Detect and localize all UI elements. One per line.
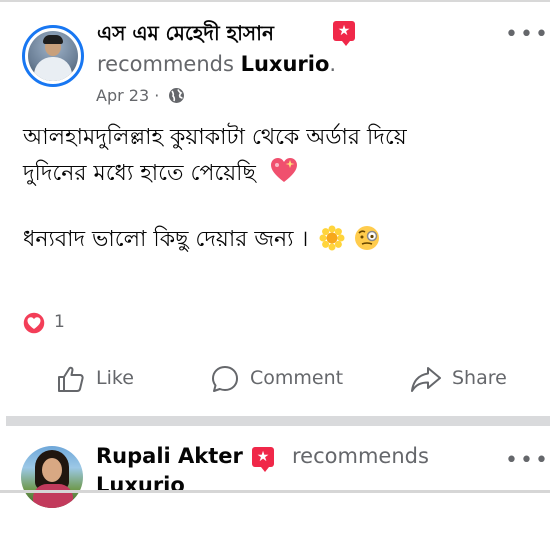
recommend-badge-icon: ★: [333, 21, 355, 46]
recommendation-line: recommends Luxurio.: [97, 52, 336, 76]
share-arrow-icon: [411, 367, 441, 392]
post-text-line: দুদিনের মধ্যে হাতে পেয়েছি: [23, 156, 299, 193]
post-text-segment: ধন্যবাদ ভালো কিছু দেয়ার জন্য ।: [23, 227, 309, 252]
love-reaction-icon[interactable]: [22, 311, 46, 335]
post-text-segment: দুদিনের মধ্যে হাতে পেয়েছি: [23, 161, 256, 186]
monocle-face-emoji-icon: [355, 226, 380, 250]
share-button[interactable]: Share: [410, 364, 520, 394]
recommends-text: recommends: [97, 52, 234, 76]
share-label: Share: [452, 367, 507, 389]
post-meta: Apr 23 ·: [96, 86, 185, 105]
more-options-icon[interactable]: •••: [505, 24, 550, 46]
author-name[interactable]: এস এম মেহেদী হাসান: [97, 19, 274, 52]
like-button[interactable]: Like: [56, 364, 146, 394]
sparkling-heart-emoji-icon: [270, 158, 297, 182]
bottom-divider: [0, 490, 550, 493]
sunflower-emoji-icon: [319, 225, 345, 251]
thumbs-up-icon: [58, 366, 84, 392]
reaction-count[interactable]: 1: [54, 312, 65, 332]
comment-button[interactable]: Comment: [210, 364, 360, 394]
page-name-suffix: .: [329, 52, 337, 76]
post-date[interactable]: Apr 23: [96, 86, 149, 105]
comment-label: Comment: [250, 367, 344, 389]
comment-bubble-icon: [212, 366, 238, 392]
feed-separator: [6, 416, 550, 426]
page-name-link[interactable]: Luxurio: [96, 473, 185, 491]
author-avatar[interactable]: [21, 446, 83, 508]
author-name[interactable]: Rupali Akter: [96, 444, 243, 468]
top-divider: [0, 0, 550, 2]
post-text-line: আলহামদুলিল্লাহ কুয়াকাটা থেকে অর্ডার দিয…: [23, 125, 407, 150]
globe-icon: [169, 88, 185, 103]
like-label: Like: [96, 367, 134, 389]
author-avatar[interactable]: [22, 25, 84, 87]
recommend-badge-icon: ★: [252, 447, 274, 472]
recommends-text: recommends: [292, 444, 429, 468]
page-name-link[interactable]: Luxurio: [241, 52, 330, 76]
meta-separator: ·: [149, 86, 165, 105]
post-text-line: ধন্যবাদ ভালো কিছু দেয়ার জন্য ।: [23, 222, 380, 259]
more-options-icon[interactable]: •••: [505, 450, 550, 472]
